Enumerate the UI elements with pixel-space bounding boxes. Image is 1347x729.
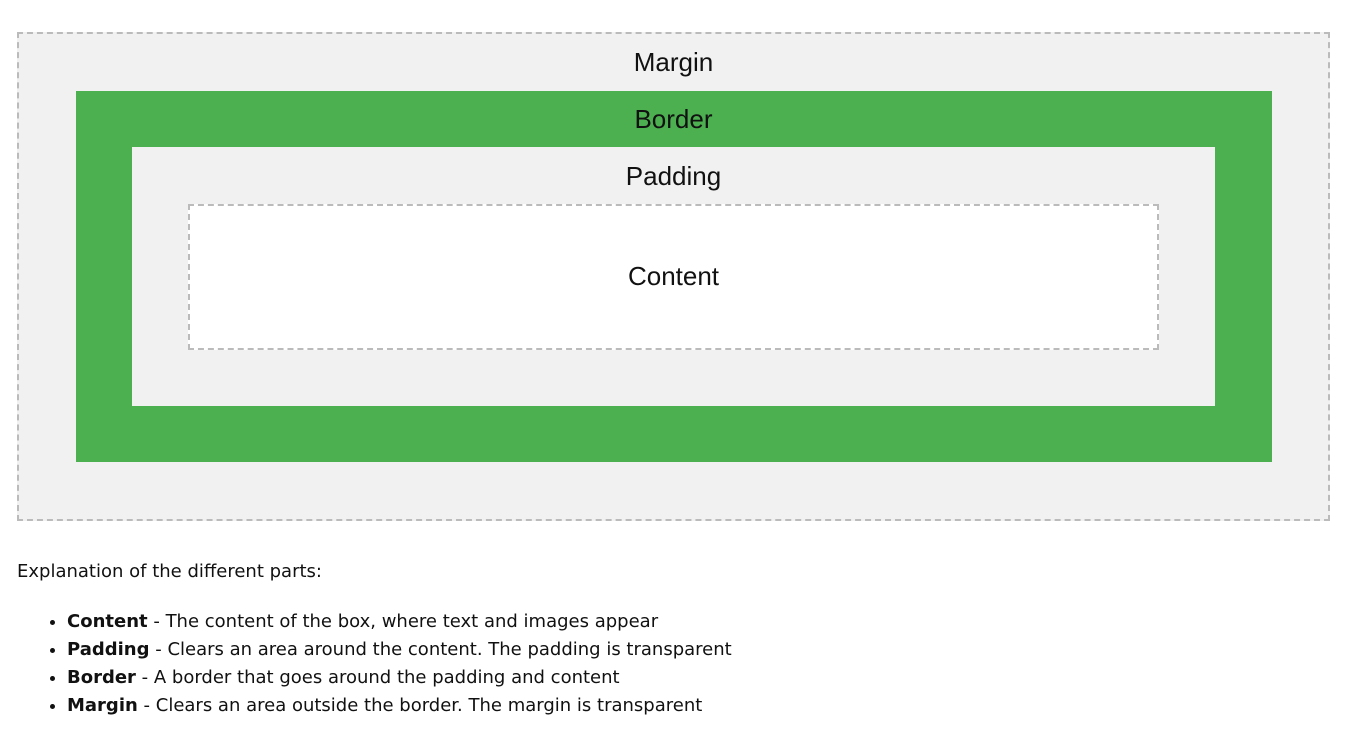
parts-list: Content - The content of the box, where … <box>0 608 732 720</box>
list-item: Margin - Clears an area outside the bord… <box>67 692 732 720</box>
list-item: Content - The content of the box, where … <box>67 608 732 636</box>
list-item-term: Padding <box>67 639 150 660</box>
box-model-page: Margin Border Padding Content Explanatio… <box>0 0 1347 729</box>
list-item-description: - Clears an area outside the border. The… <box>137 695 703 716</box>
list-item-term: Margin <box>67 695 138 716</box>
content-label: Content <box>627 261 720 291</box>
list-item-description: - Clears an area around the content. The… <box>149 639 732 660</box>
padding-label: Padding <box>625 161 722 191</box>
list-item: Padding - Clears an area around the cont… <box>67 636 732 664</box>
list-item-description: - A border that goes around the padding … <box>135 667 620 688</box>
explanation-heading: Explanation of the different parts: <box>17 561 322 582</box>
list-item: Border - A border that goes around the p… <box>67 664 732 692</box>
border-label: Border <box>634 104 713 134</box>
list-item-term: Border <box>67 667 136 688</box>
list-item-description: - The content of the box, where text and… <box>147 611 659 632</box>
margin-label: Margin <box>633 47 714 77</box>
list-item-term: Content <box>67 611 148 632</box>
